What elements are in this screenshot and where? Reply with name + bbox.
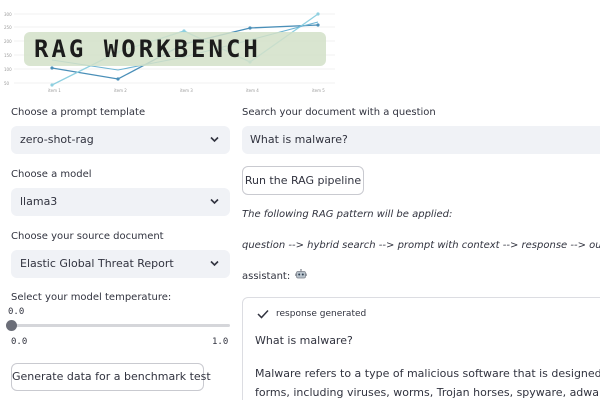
prompt-template-value: zero-shot-rag <box>20 133 94 146</box>
chevron-down-icon <box>210 136 219 143</box>
temperature-slider-track[interactable] <box>11 324 230 327</box>
prompt-template-label: Choose a prompt template <box>11 107 146 118</box>
banner-x-tick: item 5 <box>312 88 325 93</box>
response-line: Malware refers to a type of malicious so… <box>255 367 600 380</box>
banner-x-tick: item 3 <box>180 88 193 93</box>
prompt-template-select[interactable]: zero-shot-rag <box>11 126 230 154</box>
banner-y-tick: 150 <box>4 53 12 58</box>
banner-y-tick: 50 <box>4 81 10 86</box>
chevron-down-icon <box>210 198 219 205</box>
response-status-text: response generated <box>276 309 367 319</box>
banner-y-tick: 100 <box>4 67 12 72</box>
response-question: What is malware? <box>255 334 353 347</box>
banner-x-tick: item 1 <box>48 88 61 93</box>
run-pipeline-button[interactable]: Run the RAG pipeline <box>242 166 364 195</box>
banner-y-tick: 250 <box>4 25 12 30</box>
check-icon <box>257 309 269 319</box>
model-value: llama3 <box>20 195 58 208</box>
source-document-label: Choose your source document <box>11 231 164 242</box>
temperature-max-label: 1.0 <box>212 337 229 347</box>
banner-x-tick: item 4 <box>246 88 259 93</box>
temperature-slider-thumb[interactable] <box>6 320 17 331</box>
source-document-value: Elastic Global Threat Report <box>20 257 174 270</box>
model-select[interactable]: llama3 <box>11 188 230 216</box>
source-document-select[interactable]: Elastic Global Threat Report <box>11 250 230 278</box>
banner-title: RAG WORKBENCH <box>24 32 326 66</box>
banner-image: 300 250 200 150 100 50 item 1 item 2 ite… <box>0 0 345 95</box>
response-line: forms, including viruses, worms, Trojan … <box>255 386 600 399</box>
temperature-min-label: 0.0 <box>11 337 28 347</box>
banner-y-tick: 200 <box>4 39 12 44</box>
pattern-intro-text: The following RAG pattern will be applie… <box>242 209 453 220</box>
banner-y-tick: 300 <box>4 12 12 17</box>
temperature-label: Select your model temperature: <box>11 292 172 303</box>
pattern-text: question --> hybrid search --> prompt wi… <box>242 240 600 251</box>
banner-x-tick: item 2 <box>114 88 127 93</box>
search-label: Search your document with a question <box>242 107 436 118</box>
generate-benchmark-button[interactable]: Generate data for a benchmark test <box>11 363 211 391</box>
robot-icon <box>295 269 308 279</box>
response-body: Malware refers to a type of malicious so… <box>255 364 600 400</box>
response-panel: response generated What is malware? Malw… <box>242 297 600 400</box>
chevron-down-icon <box>210 260 219 267</box>
search-input[interactable]: What is malware? <box>242 126 600 154</box>
assistant-label: assistant: <box>242 269 308 282</box>
assistant-label-text: assistant: <box>242 271 291 282</box>
temperature-current-value: 0.0 <box>8 307 25 317</box>
model-label: Choose a model <box>11 169 92 180</box>
